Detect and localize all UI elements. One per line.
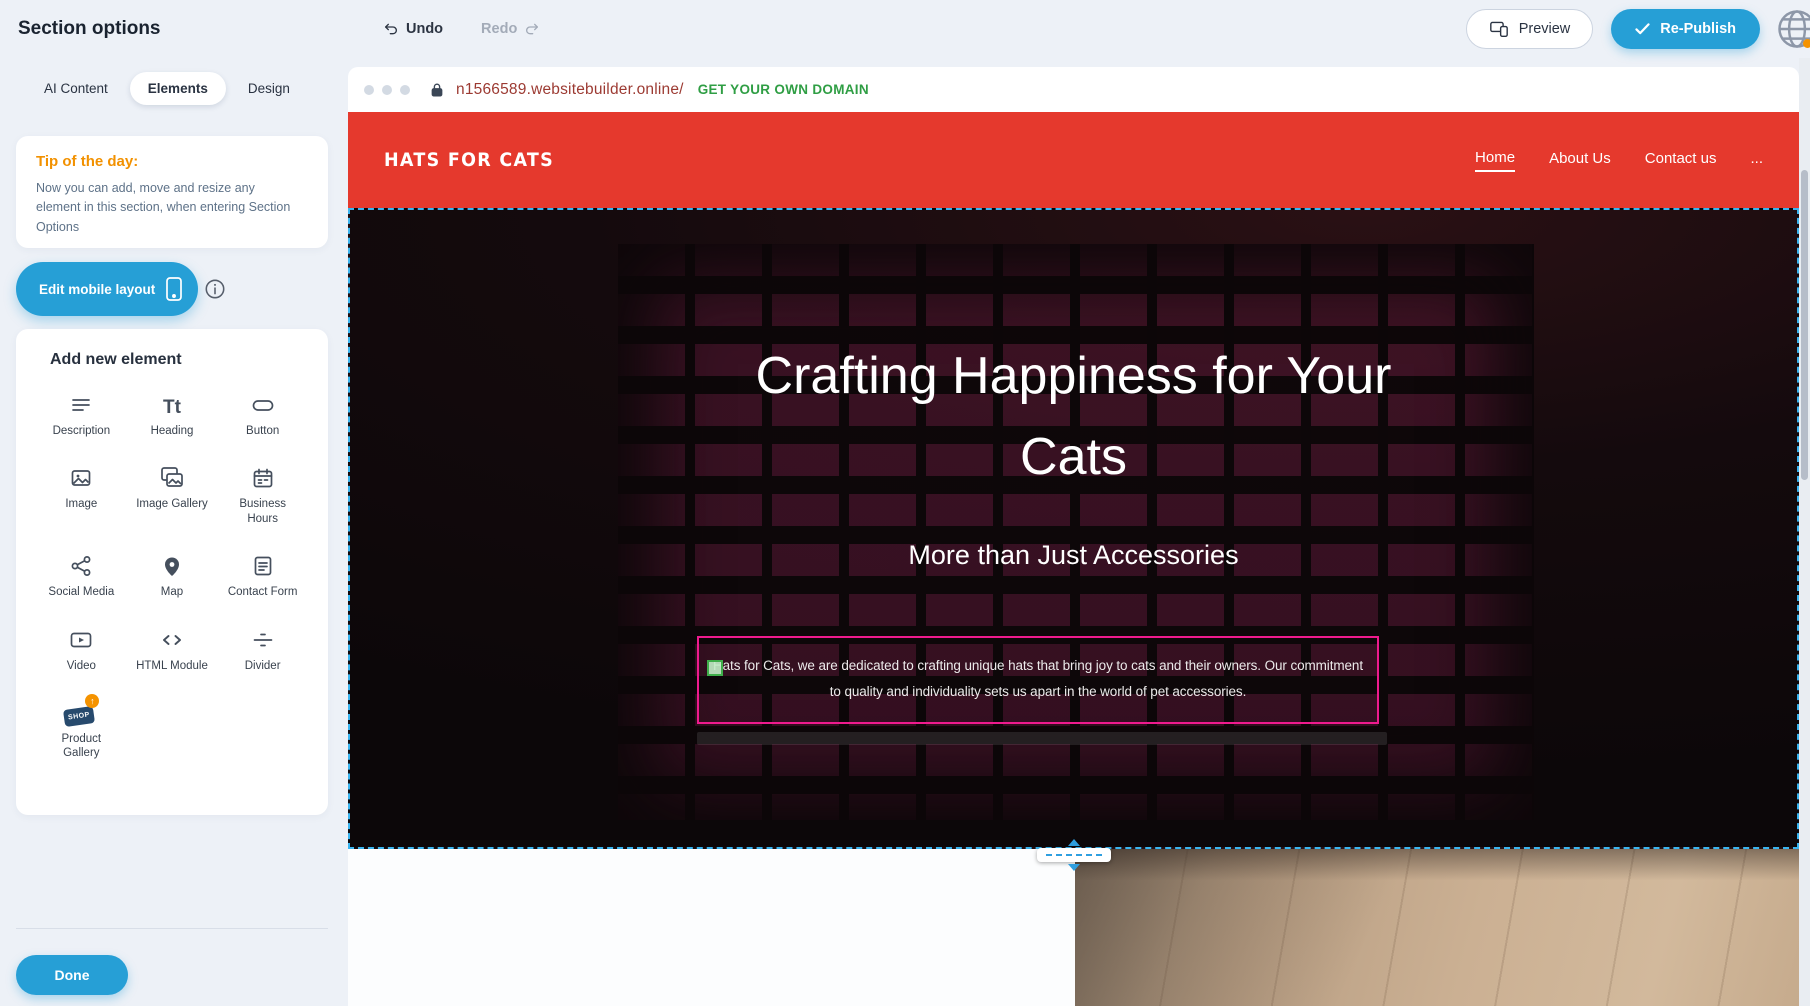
preview-button[interactable]: Preview (1466, 9, 1594, 49)
site-url: n1566589.websitebuilder.online/ (456, 81, 684, 99)
upgrade-badge-icon: ↑ (85, 694, 99, 708)
tab-design[interactable]: Design (230, 72, 308, 105)
element-description[interactable]: Description (38, 389, 124, 438)
hero-heading[interactable]: Crafting Happiness for Your Cats (350, 336, 1797, 498)
devices-icon (1489, 20, 1509, 38)
redo-button[interactable]: Redo (481, 21, 540, 37)
nav-contact-us[interactable]: Contact us (1645, 150, 1717, 171)
site-header: HATS FOR CATS Home About Us Contact us .… (348, 112, 1799, 208)
heading-icon: Tt (163, 389, 181, 417)
element-contact-form[interactable]: Contact Form (220, 550, 306, 599)
element-html-module[interactable]: HTML Module (129, 624, 215, 673)
edit-mobile-label: Edit mobile layout (39, 282, 155, 297)
info-icon[interactable] (204, 278, 226, 300)
page-title: Section options (18, 0, 161, 58)
contact-form-icon (251, 550, 275, 578)
element-heading[interactable]: Tt Heading (129, 389, 215, 438)
next-section[interactable] (348, 849, 1799, 1006)
shop-badge: SHOP (63, 706, 95, 727)
hero-section[interactable]: Crafting Happiness for Your Cats More th… (348, 208, 1799, 849)
element-social-media[interactable]: Social Media (38, 550, 124, 599)
product-gallery-icon: SHOP ↑ (64, 697, 98, 725)
social-media-icon (69, 550, 93, 578)
get-domain-link[interactable]: GET YOUR OWN DOMAIN (698, 82, 869, 97)
element-map[interactable]: Map (129, 550, 215, 599)
notification-dot (1803, 39, 1810, 48)
map-icon (160, 550, 184, 578)
element-image-gallery[interactable]: Image Gallery (129, 462, 215, 526)
element-business-hours[interactable]: Business Hours (220, 462, 306, 526)
arrow-down-icon (1068, 864, 1080, 871)
canvas-scrollbar[interactable] (1799, 58, 1810, 1006)
nav-about-us[interactable]: About Us (1549, 150, 1611, 171)
element-product-gallery[interactable]: SHOP ↑ Product Gallery (38, 697, 124, 761)
preview-label: Preview (1519, 21, 1571, 37)
element-ghost-bar (697, 732, 1387, 745)
redo-icon (524, 21, 540, 37)
republish-button[interactable]: Re-Publish (1611, 9, 1760, 49)
editor-canvas: n1566589.websitebuilder.online/ GET YOUR… (348, 58, 1799, 1006)
tip-card: Tip of the day: Now you can add, move an… (16, 136, 328, 248)
video-icon (68, 624, 94, 652)
button-icon (250, 389, 276, 417)
site-logo[interactable]: HATS FOR CATS (384, 149, 554, 171)
tip-body: Now you can add, move and resize any ele… (36, 179, 294, 237)
html-module-icon (159, 624, 185, 652)
description-icon (69, 389, 93, 417)
site-nav: Home About Us Contact us ... (1475, 149, 1763, 172)
image-icon (69, 462, 93, 490)
history-controls: Undo Redo (383, 0, 540, 58)
edit-mobile-layout-button[interactable]: Edit mobile layout (16, 262, 198, 316)
next-section-photo (1075, 849, 1799, 1006)
window-dot (364, 85, 374, 95)
undo-button[interactable]: Undo (383, 21, 443, 37)
lock-icon (430, 82, 444, 98)
undo-icon (383, 21, 399, 37)
element-image[interactable]: Image (38, 462, 124, 526)
check-icon (1635, 23, 1650, 35)
republish-label: Re-Publish (1660, 21, 1736, 37)
tab-elements[interactable]: Elements (130, 72, 226, 105)
add-element-panel: Add new element Description Tt Heading B… (16, 329, 328, 815)
done-button[interactable]: Done (16, 955, 128, 995)
resize-handle[interactable] (707, 660, 723, 676)
image-gallery-icon (159, 462, 185, 490)
element-button[interactable]: Button (220, 389, 306, 438)
business-hours-icon (251, 462, 275, 490)
nav-more[interactable]: ... (1750, 150, 1763, 171)
window-dot (382, 85, 392, 95)
nav-home[interactable]: Home (1475, 149, 1515, 172)
tip-heading: Tip of the day: (36, 153, 308, 170)
window-dot (400, 85, 410, 95)
redo-label: Redo (481, 21, 517, 37)
element-grid: Description Tt Heading Button Image (36, 389, 308, 761)
section-resize-handle[interactable] (1037, 839, 1111, 871)
phone-icon (165, 276, 183, 302)
sidebar-divider (16, 928, 328, 929)
topbar: Section options Undo Redo (0, 0, 1810, 58)
undo-label: Undo (406, 21, 443, 37)
hero-subheading[interactable]: More than Just Accessories (350, 540, 1797, 571)
drag-pill (1037, 848, 1111, 862)
tab-ai-content[interactable]: AI Content (26, 72, 126, 105)
hero-paragraph: Hats for Cats, we are dedicated to craft… (712, 653, 1364, 704)
selected-text-element[interactable]: Hats for Cats, we are dedicated to craft… (697, 636, 1379, 724)
window-controls (364, 85, 410, 95)
next-section-content-area (348, 849, 1075, 1006)
sidebar: AI Content Elements Design Tip of the da… (0, 58, 348, 1006)
topbar-actions: Preview Re-Publish (1466, 9, 1760, 49)
scrollbar-thumb[interactable] (1801, 170, 1808, 480)
element-divider[interactable]: Divider (220, 624, 306, 673)
sidebar-tabs: AI Content Elements Design (26, 72, 308, 105)
language-globe-button[interactable] (1776, 8, 1810, 50)
divider-icon (251, 624, 275, 652)
element-video[interactable]: Video (38, 624, 124, 673)
arrow-up-icon (1068, 839, 1080, 846)
add-element-title: Add new element (36, 351, 308, 369)
browser-chrome: n1566589.websitebuilder.online/ GET YOUR… (348, 67, 1799, 112)
